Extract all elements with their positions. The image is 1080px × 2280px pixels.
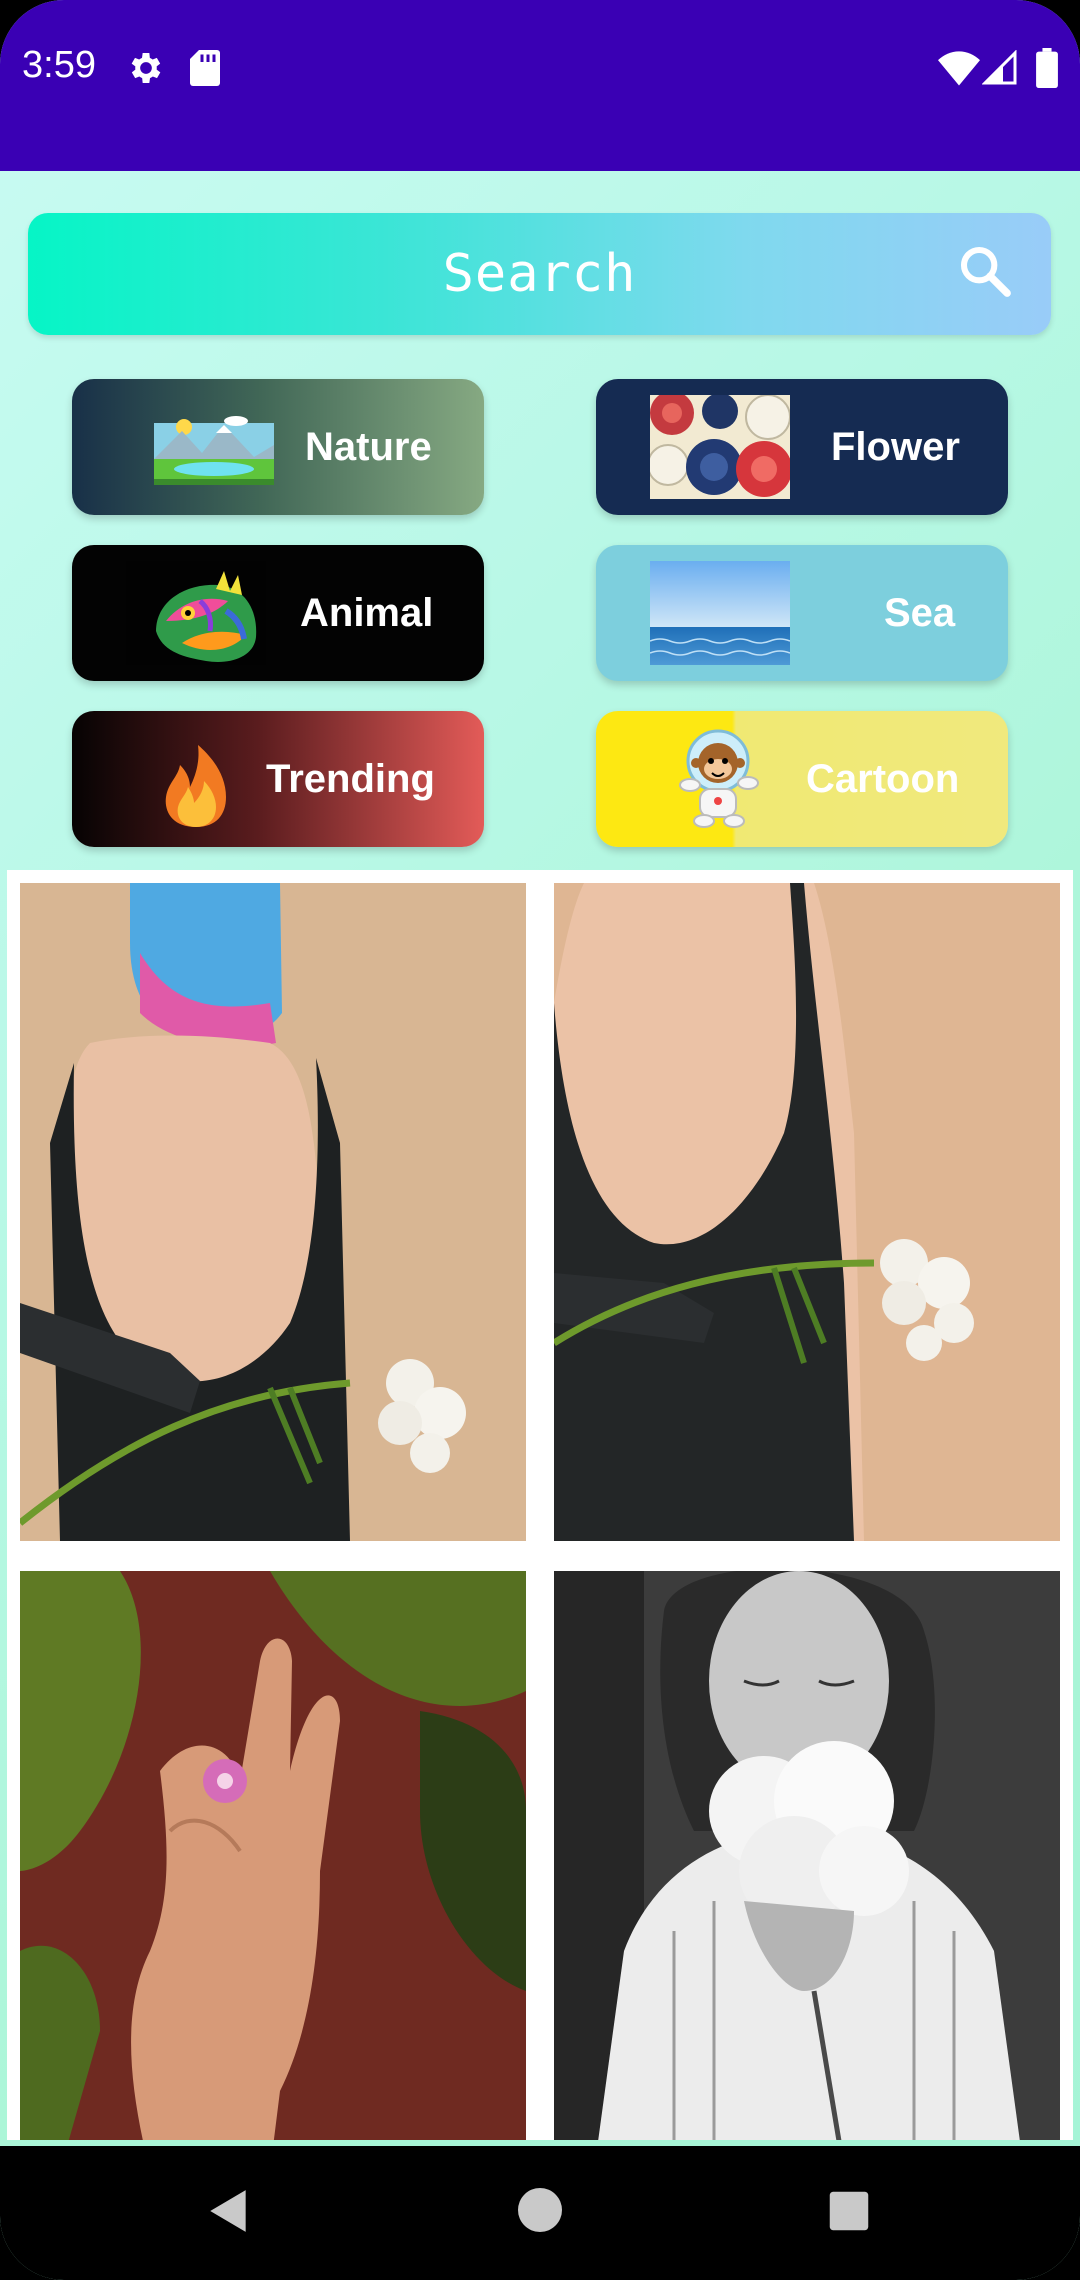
status-time: 3:59 xyxy=(22,44,96,86)
category-flower-button[interactable]: Flower xyxy=(596,379,1008,515)
search-bar[interactable]: Search xyxy=(28,213,1051,335)
recents-icon[interactable] xyxy=(828,2190,870,2232)
photo-woman-back-flower-2[interactable] xyxy=(554,883,1060,1541)
status-bar: 3:59 xyxy=(0,0,1080,171)
monkey-astronaut-icon xyxy=(679,729,759,828)
photo-woman-back-flower[interactable] xyxy=(20,883,526,1541)
flower-pattern-thumbnail xyxy=(650,395,790,499)
iguana-thumbnail xyxy=(126,561,266,665)
photo-woman-peony[interactable] xyxy=(554,1571,1060,2140)
back-icon[interactable] xyxy=(204,2186,254,2236)
category-nature-button[interactable]: Nature xyxy=(72,379,484,515)
category-label: Sea xyxy=(884,591,956,635)
sea-horizon-thumbnail xyxy=(650,561,790,665)
category-animal-button[interactable]: Animal xyxy=(72,545,484,681)
sd-card-icon xyxy=(190,50,220,86)
photo-image xyxy=(554,1571,1060,2140)
category-label: Nature xyxy=(305,425,432,469)
category-label: Cartoon xyxy=(806,757,960,801)
wifi-icon xyxy=(938,51,980,86)
search-label: Search xyxy=(442,244,637,304)
home-icon[interactable] xyxy=(516,2186,564,2234)
landscape-thumbnail xyxy=(154,416,274,485)
signal-icon xyxy=(982,50,1017,85)
image-grid xyxy=(7,870,1073,2140)
gear-icon xyxy=(131,53,161,83)
category-label: Animal xyxy=(300,591,434,635)
search-icon[interactable] xyxy=(957,243,1013,299)
photo-image xyxy=(20,883,526,1541)
photo-hand-pink-flower[interactable] xyxy=(20,1571,526,2140)
photo-image xyxy=(20,1571,526,2140)
fire-icon xyxy=(165,745,226,827)
category-sea-button[interactable]: Sea xyxy=(596,545,1008,681)
battery-icon xyxy=(1036,48,1058,88)
category-label: Flower xyxy=(831,425,960,469)
category-trending-button[interactable]: Trending xyxy=(72,711,484,847)
photo-image xyxy=(554,883,1060,1541)
category-cartoon-button[interactable]: Cartoon xyxy=(596,711,1008,847)
category-label: Trending xyxy=(266,757,435,801)
app-screen: 3:59 Search Nature Flower Animal Sea Tre… xyxy=(0,0,1080,2280)
navigation-bar xyxy=(0,2146,1080,2280)
